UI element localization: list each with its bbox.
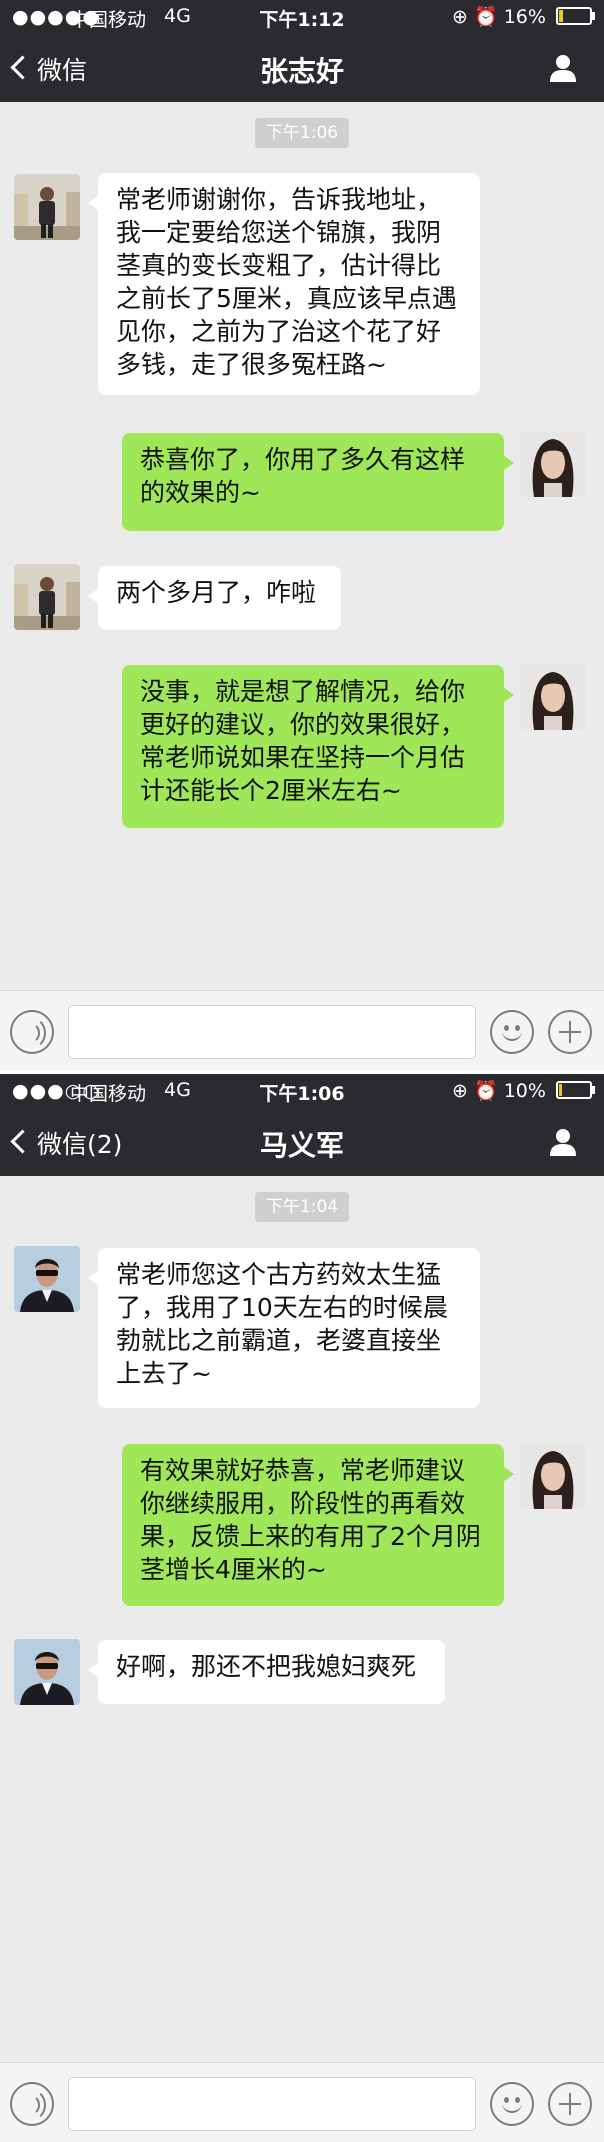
person-icon[interactable] [548, 1127, 578, 1157]
man-avatar[interactable] [14, 564, 80, 630]
message-bubble-outgoing[interactable]: 没事，就是想了解情况，给你更好的建议，你的效果很好，常老师说如果在坚持一个月估计… [122, 665, 514, 828]
status-icons: ⊕ ⏰ [452, 1080, 498, 1102]
emoji-icon[interactable] [490, 1010, 534, 1054]
status-icons: ⊕ ⏰ [452, 6, 498, 28]
plus-icon[interactable] [548, 2082, 592, 2126]
woman-avatar[interactable] [520, 431, 586, 497]
input-bar [0, 2062, 604, 2142]
man-avatar[interactable] [14, 174, 80, 240]
message-bubble-incoming[interactable]: 常老师谢谢你，告诉我地址，我一定要给您送个锦旗，我阴茎真的变长变粗了，估计得比之… [88, 173, 480, 395]
man-avatar[interactable] [14, 1639, 80, 1705]
chat-title: 马义军 [259, 1129, 344, 1162]
chat-screen-1: ●●●●● 中国移动 4G 下午1:12 ⊕ ⏰ 16% 微信 张志好 下午1:… [0, 0, 604, 1070]
emoji-icon[interactable] [490, 2082, 534, 2126]
message-bubble-outgoing[interactable]: 恭喜你了，你用了多久有这样的效果的~ [122, 433, 514, 531]
woman-avatar[interactable] [520, 1443, 586, 1509]
message-bubble-incoming[interactable]: 两个多月了，咋啦 [88, 566, 341, 630]
plus-icon[interactable] [548, 1010, 592, 1054]
message-input[interactable] [68, 1005, 476, 1059]
status-bar: ●●●●● 中国移动 4G 下午1:12 ⊕ ⏰ 16% [0, 0, 604, 33]
message-bubble-outgoing[interactable]: 有效果就好恭喜，常老师建议你继续服用，阶段性的再看效果，反馈上来的有用了2个月阴… [122, 1444, 514, 1606]
status-right: ⊕ ⏰ 16% [452, 5, 595, 28]
time-divider: 下午1:04 [255, 1192, 349, 1222]
message-bubble-incoming[interactable]: 常老师您这个古方药效太生猛了，我用了10天左右的时候晨勃就比之前霸道，老婆直接坐… [88, 1248, 480, 1408]
man-avatar[interactable] [14, 1246, 80, 1312]
nav-bar: 微信 张志好 [0, 33, 604, 102]
time-divider: 下午1:06 [255, 118, 349, 148]
message-input[interactable] [68, 2077, 476, 2131]
person-icon[interactable] [548, 53, 578, 83]
battery-percent: 10% [503, 1080, 546, 1102]
voice-icon[interactable] [10, 1010, 54, 1054]
chat-title: 张志好 [259, 55, 344, 88]
chat-screen-2: ●●●○○ 中国移动 4G 下午1:06 ⊕ ⏰ 10% 微信(2) 马义军 下… [0, 1074, 604, 2142]
input-bar [0, 990, 604, 1070]
voice-icon[interactable] [10, 2082, 54, 2126]
nav-bar: 微信(2) 马义军 [0, 1107, 604, 1176]
battery-icon [556, 1081, 595, 1099]
message-bubble-incoming[interactable]: 好啊，那还不把我媳妇爽死 [88, 1640, 445, 1704]
status-right: ⊕ ⏰ 10% [452, 1079, 595, 1102]
status-bar: ●●●○○ 中国移动 4G 下午1:06 ⊕ ⏰ 10% [0, 1074, 604, 1107]
battery-percent: 16% [503, 6, 546, 28]
woman-avatar[interactable] [520, 664, 586, 730]
battery-icon [556, 7, 595, 25]
